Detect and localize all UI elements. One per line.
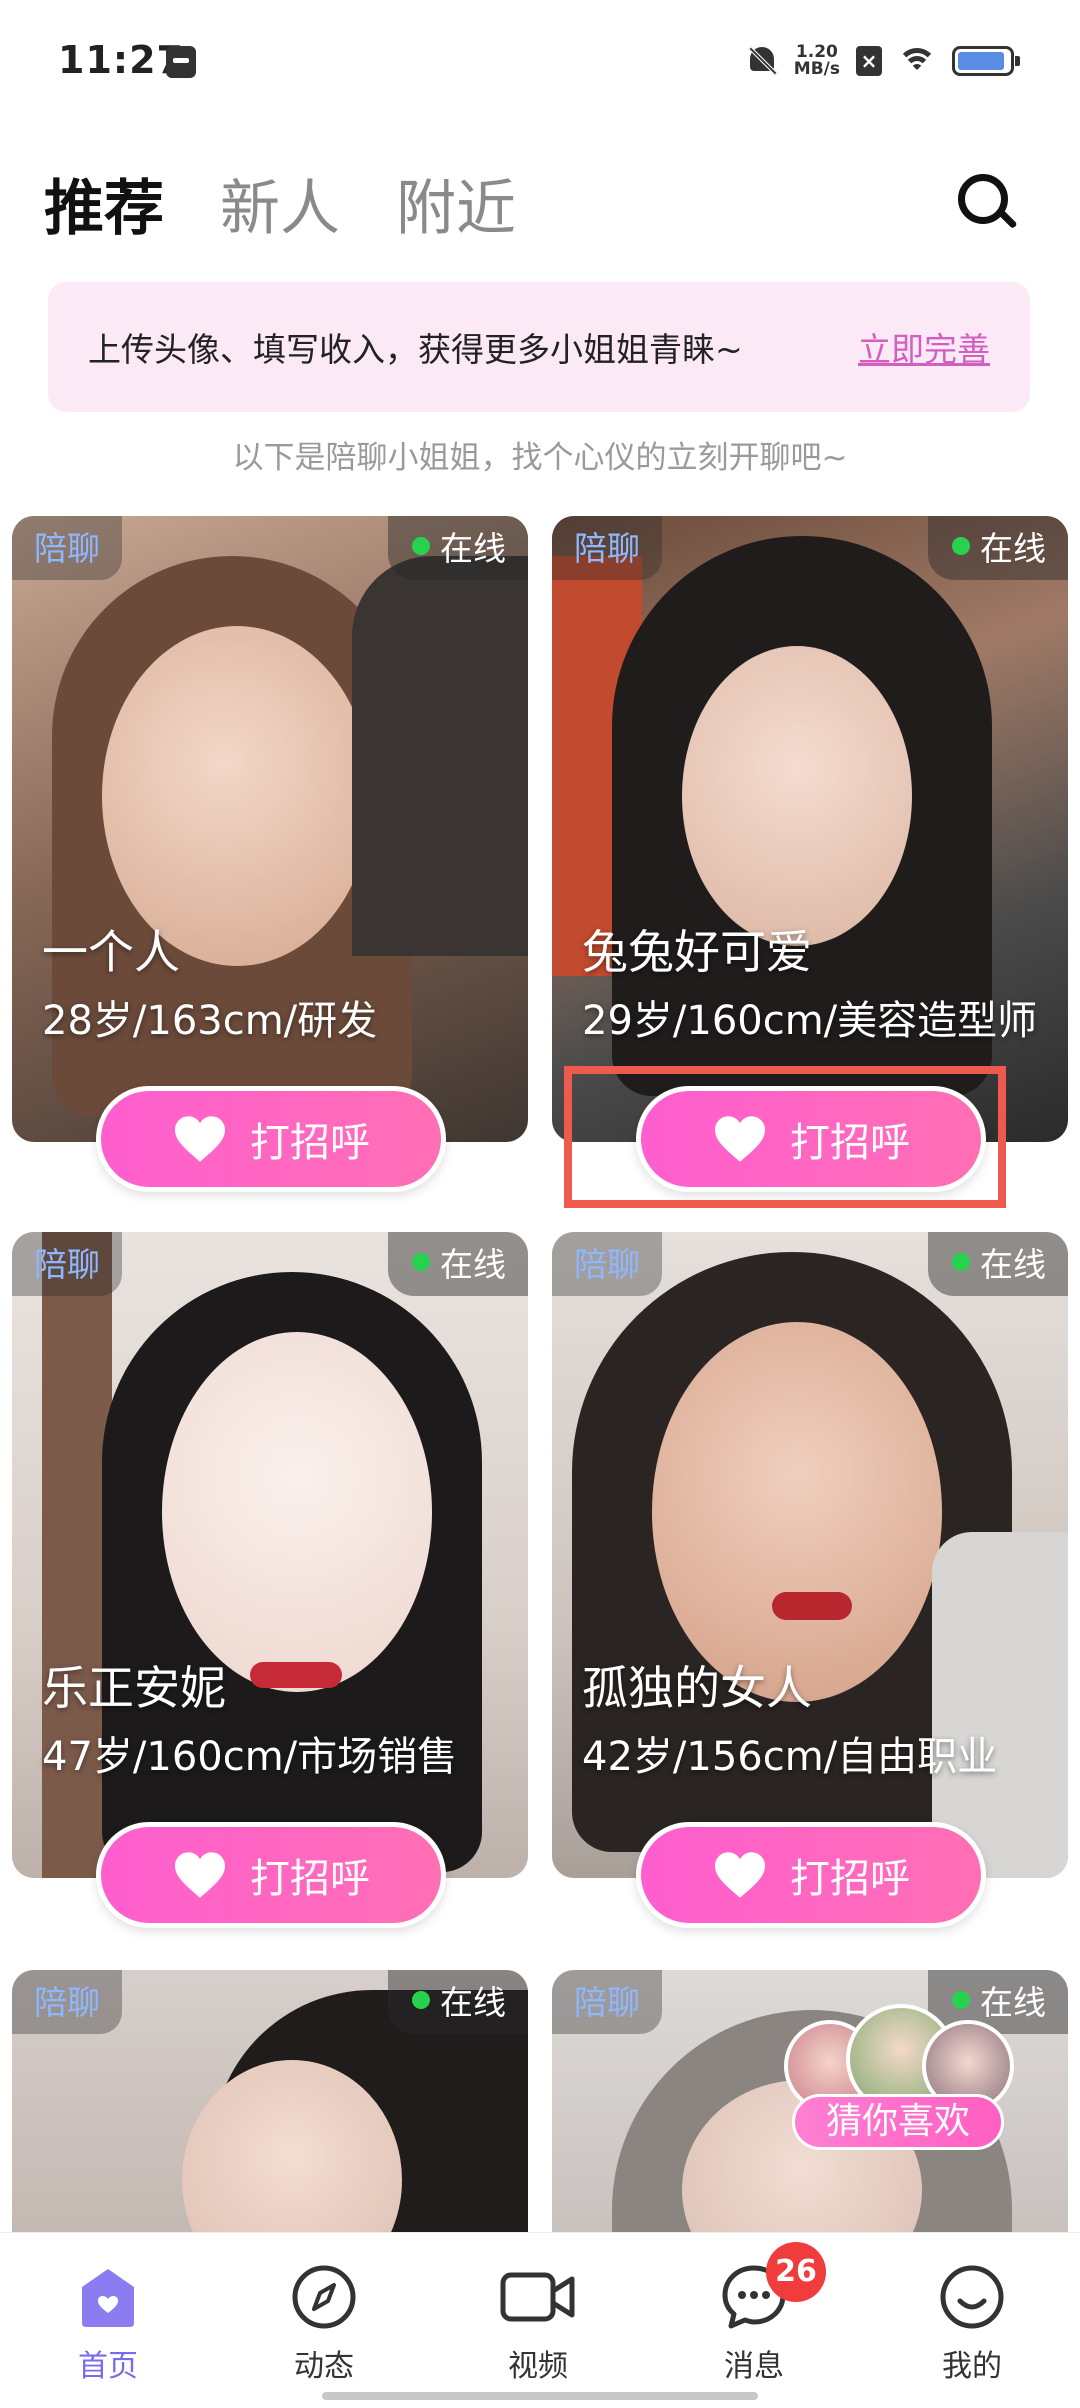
no-sim-icon: × [856,46,882,76]
online-dot [412,1253,430,1271]
chat-tag: 陪聊 [552,1970,662,2034]
greet-button[interactable]: 打招呼 [636,1822,986,1928]
tab-nearby[interactable]: 附近 [396,160,516,247]
greet-button[interactable]: 打招呼 [96,1086,446,1192]
bottom-nav: 首页 动态 视频 消息 我的 [0,2232,1080,2408]
online-status: 在线 [388,1970,528,2034]
chat-tag: 陪聊 [552,1232,662,1296]
online-dot [412,1991,430,2009]
online-status: 在线 [388,516,528,580]
top-tabs: 推荐 新人 附近 [44,160,516,293]
mute-icon [746,45,778,77]
profile-card[interactable]: 陪聊 在线 兔兔好可爱 29岁/160cm/美容造型师 [552,516,1068,1142]
profile-card[interactable]: 陪聊 在线 孤独的女人 42岁/156cm/自由职业 [552,1232,1068,1878]
heart-icon [715,1852,765,1898]
battery-icon [952,46,1020,76]
online-dot [952,537,970,555]
heart-icon [175,1852,225,1898]
profile-card[interactable]: 陪聊 在线 [12,1970,528,2232]
heart-icon [175,1116,225,1162]
home-icon [74,2263,142,2331]
search-button[interactable] [954,170,1020,236]
online-dot [412,537,430,555]
status-icons: 1.20 MB/s × [746,42,1020,79]
profile-info: 28岁/163cm/研发 [42,998,378,1044]
tab-new[interactable]: 新人 [220,160,340,247]
complete-profile-link[interactable]: 立即完善 [858,323,990,371]
profile-info: 47岁/160cm/市场销售 [42,1734,458,1780]
chat-tag: 陪聊 [12,516,122,580]
smile-icon [938,2263,1006,2331]
profile-name: 孤独的女人 [582,1661,812,1715]
profile-card[interactable]: 陪聊 在线 一个人 28岁/163cm/研发 [12,516,528,1142]
chat-tag: 陪聊 [552,516,662,580]
list-hint: 以下是陪聊小姐姐，找个心仪的立刻开聊吧~ [232,440,848,476]
profile-photo [652,1322,942,1702]
guess-you-like-label: 猜你喜欢 [792,2094,1004,2150]
online-dot [952,1253,970,1271]
banner-text: 上传头像、填写收入，获得更多小姐姐青睐~ [88,330,743,369]
nav-moments[interactable]: 动态 [254,2263,394,2385]
compass-icon [290,2263,358,2331]
profile-banner: 上传头像、填写收入，获得更多小姐姐青睐~ 立即完善 [48,282,1030,412]
home-indicator[interactable] [322,2392,758,2400]
online-status: 在线 [928,1232,1068,1296]
unread-badge: 26 [766,2242,826,2302]
profile-name: 乐正安妮 [42,1661,226,1715]
guess-you-like-widget[interactable]: 猜你喜欢 [784,1994,1014,2164]
chat-tag: 陪聊 [12,1232,122,1296]
tab-recommend[interactable]: 推荐 [44,160,164,293]
chat-tag: 陪聊 [12,1970,122,2034]
wifi-icon [898,46,936,76]
status-bar: 11:27 1.20 MB/s × [0,0,1080,130]
profile-photo [162,1332,432,1692]
notification-icon [166,46,196,78]
net-speed: 1.20 MB/s [793,42,840,79]
nav-home[interactable]: 首页 [38,2263,178,2385]
profile-photo [102,626,372,966]
profile-info: 29岁/160cm/美容造型师 [582,998,1038,1044]
greet-button[interactable]: 打招呼 [96,1822,446,1928]
profile-info: 42岁/156cm/自由职业 [582,1734,998,1780]
online-status: 在线 [388,1232,528,1296]
video-icon [498,2263,578,2331]
nav-video[interactable]: 视频 [468,2263,608,2385]
profile-name: 一个人 [42,925,180,979]
highlight-box [564,1066,1006,1208]
profile-photo [682,646,912,946]
online-status: 在线 [928,516,1068,580]
nav-profile[interactable]: 我的 [902,2263,1042,2385]
profile-card[interactable]: 陪聊 在线 乐正安妮 47岁/160cm/市场销售 [12,1232,528,1878]
profile-name: 兔兔好可爱 [582,925,812,979]
